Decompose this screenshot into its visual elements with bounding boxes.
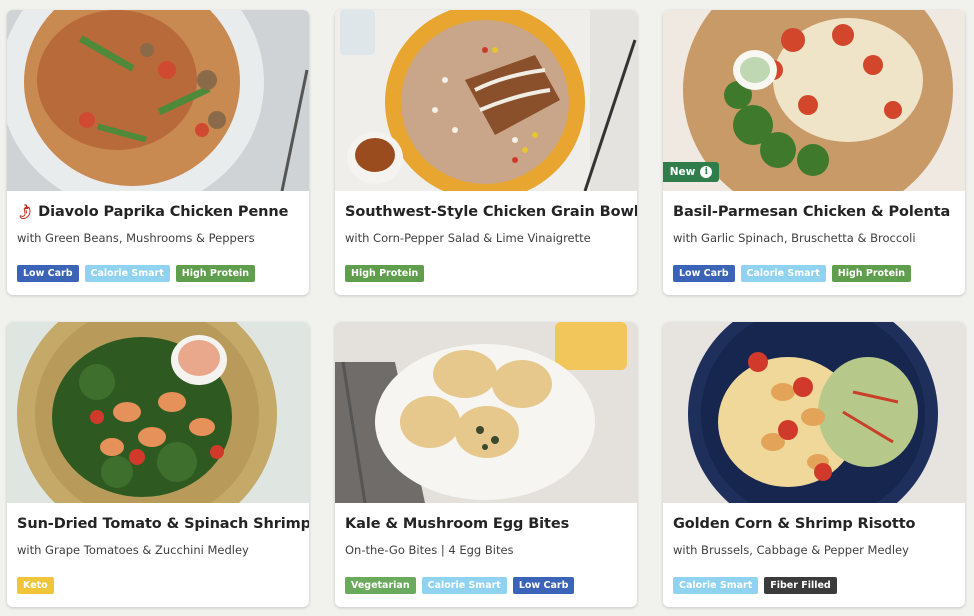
tag-calorie-smart: Calorie Smart — [421, 577, 507, 594]
tag-list: Vegetarian Calorie Smart Low Carb — [345, 577, 575, 594]
info-icon[interactable]: i — [700, 166, 713, 178]
meal-title[interactable]: Basil-Parmesan Chicken & Polenta — [673, 204, 957, 220]
meal-subtitle: with Grape Tomatoes & Zucchini Medley — [17, 543, 249, 557]
tag-calorie-smart: Calorie Smart — [740, 265, 826, 282]
tag-list: High Protein — [345, 265, 425, 282]
meal-title[interactable]: Golden Corn & Shrimp Risotto — [673, 516, 957, 532]
tag-low-carb: Low Carb — [673, 265, 735, 282]
meal-card[interactable]: Kale & Mushroom Egg Bites On-the-Go Bite… — [335, 322, 637, 607]
meal-subtitle: with Brussels, Cabbage & Pepper Medley — [673, 543, 909, 557]
meal-subtitle: with Garlic Spinach, Bruschetta & Brocco… — [673, 231, 916, 245]
tag-high-protein: High Protein — [831, 265, 912, 282]
meal-title[interactable]: 🌶 Diavolo Paprika Chicken Penne — [14, 202, 301, 222]
meal-title[interactable]: Kale & Mushroom Egg Bites — [345, 516, 629, 532]
tag-calorie-smart: Calorie Smart — [673, 577, 759, 594]
meal-card[interactable]: 🌶 Diavolo Paprika Chicken Penne with Gree… — [7, 10, 309, 295]
tag-list: Low Carb Calorie Smart High Protein — [673, 265, 912, 282]
tag-keto: Keto — [17, 577, 54, 594]
tag-fiber-filled: Fiber Filled — [764, 577, 837, 594]
tag-vegetarian: Vegetarian — [345, 577, 416, 594]
meal-subtitle: with Corn-Pepper Salad & Lime Vinaigrett… — [345, 231, 591, 245]
meal-image[interactable] — [663, 322, 965, 503]
tag-list: Low Carb Calorie Smart High Protein — [17, 265, 256, 282]
tag-low-carb: Low Carb — [512, 577, 575, 594]
tag-list: Calorie Smart Fiber Filled — [673, 577, 837, 594]
meal-title[interactable]: Southwest-Style Chicken Grain Bowl — [345, 204, 637, 220]
tag-low-carb: Low Carb — [17, 265, 79, 282]
meal-image[interactable] — [7, 10, 309, 191]
chili-pepper-icon: 🌶 — [14, 202, 35, 222]
meal-card[interactable]: New i Basil-Parmesan Chicken & Polenta wi… — [663, 10, 965, 295]
meal-image[interactable] — [335, 322, 637, 503]
new-badge[interactable]: New i — [663, 162, 719, 182]
meal-image[interactable] — [7, 322, 309, 503]
meal-card[interactable]: Southwest-Style Chicken Grain Bowl with … — [335, 10, 637, 295]
meal-subtitle: with Green Beans, Mushrooms & Peppers — [17, 231, 255, 245]
meal-subtitle: On-the-Go Bites | 4 Egg Bites — [345, 543, 514, 557]
meal-card[interactable]: Golden Corn & Shrimp Risotto with Brusse… — [663, 322, 965, 607]
tag-high-protein: High Protein — [345, 265, 425, 282]
tag-high-protein: High Protein — [175, 265, 256, 282]
meal-image[interactable] — [335, 10, 637, 191]
tag-calorie-smart: Calorie Smart — [84, 265, 170, 282]
meal-card[interactable]: Sun-Dried Tomato & Spinach Shrimp with G… — [7, 322, 309, 607]
meal-title[interactable]: Sun-Dried Tomato & Spinach Shrimp — [17, 516, 309, 532]
tag-list: Keto — [17, 577, 54, 594]
meal-grid: 🌶 Diavolo Paprika Chicken Penne with Gree… — [0, 0, 974, 616]
